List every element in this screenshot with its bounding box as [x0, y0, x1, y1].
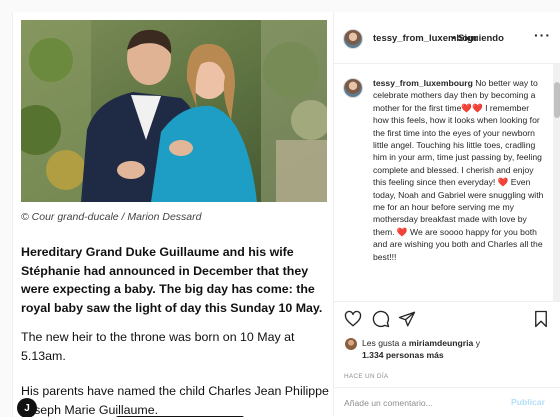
liker-username-link[interactable]: miriamdeungria: [409, 338, 473, 348]
avatar[interactable]: [343, 29, 363, 49]
article-lead: Hereditary Grand Duke Guillaume and his …: [21, 245, 323, 315]
heart-emoji-icon: ❤️: [396, 226, 408, 237]
paper-plane-icon[interactable]: [398, 310, 416, 328]
post-timestamp[interactable]: HACE UN DÍA: [344, 373, 389, 380]
following-button[interactable]: Siguiendo: [458, 33, 504, 44]
heart-emoji-icon: ❤️: [497, 177, 509, 188]
heart-emoji-icon: ❤️❤️: [461, 102, 483, 113]
royal-couple-photo: [21, 20, 327, 202]
heart-outline-icon[interactable]: [344, 310, 362, 328]
speech-bubble-icon[interactable]: [372, 310, 390, 328]
instagram-post-viewer: © Cour grand-ducale / Marion Dessard Her…: [0, 0, 560, 417]
post-header: tessy_from_luxembour • Siguiendo ···: [334, 12, 560, 64]
comment-username-link[interactable]: tessy_from_luxembourg: [373, 78, 473, 88]
caption-comment: tessy_from_luxembourg No better way to c…: [373, 77, 546, 263]
liker-avatar[interactable]: [345, 338, 357, 350]
article-paragraph: His parents have named the child Charles…: [21, 384, 329, 417]
publish-button[interactable]: Publicar: [511, 397, 545, 407]
post-image[interactable]: © Cour grand-ducale / Marion Dessard Her…: [12, 12, 333, 417]
site-logo-icon: J: [17, 398, 37, 417]
comment-input[interactable]: [344, 396, 494, 410]
header-separator: •: [452, 33, 456, 44]
post-actions: Les gusta a miriamdeungria y 1.334 perso…: [334, 301, 560, 387]
avatar[interactable]: [343, 78, 363, 98]
comment-text: I remember how this feels, how it looks …: [373, 102, 542, 188]
photo-credit: © Cour grand-ducale / Marion Dessard: [21, 211, 202, 223]
article-paragraph: The new heir to the throne was born on 1…: [21, 330, 295, 363]
bookmark-icon[interactable]: [532, 310, 550, 328]
ellipsis-icon[interactable]: ···: [534, 27, 551, 43]
add-comment-bar: Publicar: [334, 387, 560, 417]
scrollbar-thumb[interactable]: [554, 82, 560, 118]
likes-count-link[interactable]: 1.334 personas más: [362, 350, 444, 360]
comments-list[interactable]: tessy_from_luxembourg No better way to c…: [334, 64, 560, 301]
likes-summary: Les gusta a miriamdeungria y: [362, 338, 480, 348]
post-side-panel: tessy_from_luxembour • Siguiendo ··· tes…: [333, 12, 560, 417]
